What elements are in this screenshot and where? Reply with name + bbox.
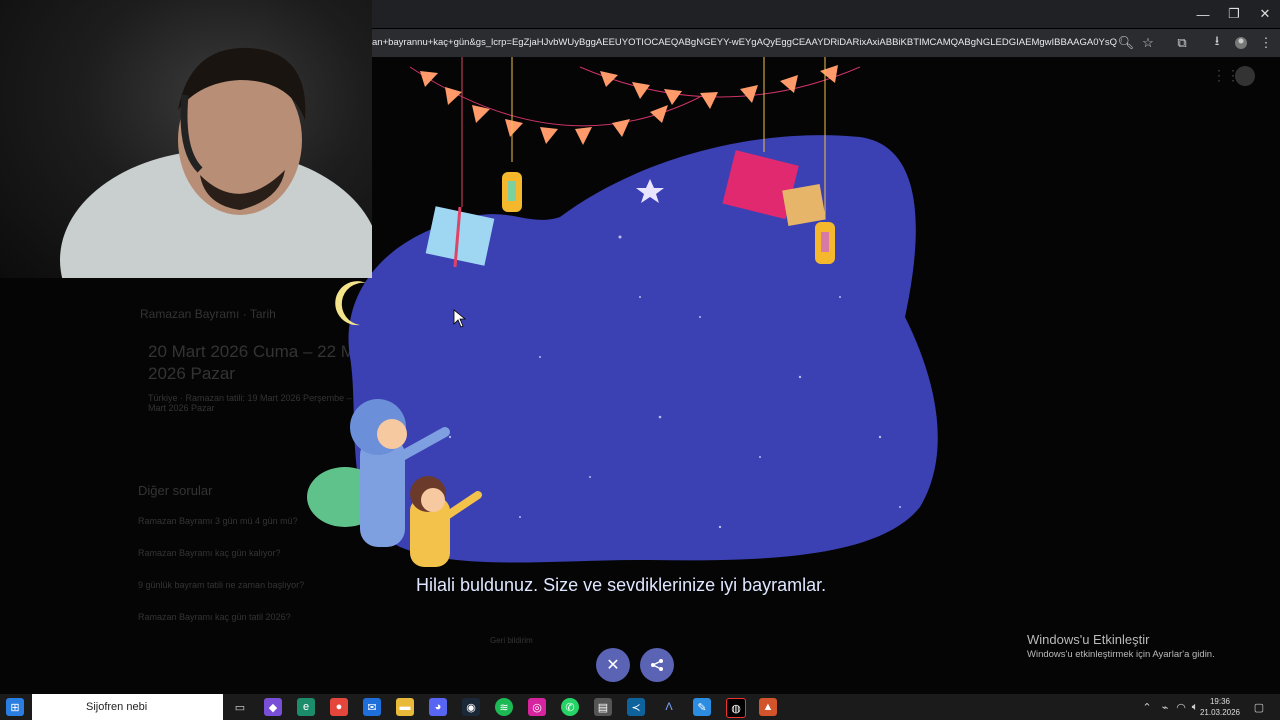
close-window-button[interactable]: ✕ bbox=[1248, 0, 1280, 28]
download-icon[interactable]: ⭳ bbox=[1207, 33, 1227, 53]
obs-icon[interactable]: ◍ bbox=[726, 698, 746, 718]
activation-subtitle: Windows'u etkinleştirmek için Ayarlar'a … bbox=[1027, 649, 1215, 660]
notifications-icon[interactable]: ▢ bbox=[1250, 698, 1268, 716]
streamer-silhouette bbox=[60, 47, 372, 278]
lantern-icon bbox=[815, 222, 835, 264]
lantern-icon bbox=[502, 172, 522, 212]
copilot-icon[interactable]: ◆ bbox=[264, 698, 282, 716]
webcam-overlay bbox=[0, 0, 372, 278]
taskbar: ⊞ Sijofren nebi ▭ ◆ e ● ✉ ▬ ◕ ◉ ≋ ◎ ✆ ▤ … bbox=[0, 694, 1280, 720]
game-icon[interactable]: ▲ bbox=[759, 698, 777, 716]
tray-chevron-icon[interactable]: ⌃ bbox=[1138, 698, 1156, 716]
whatsapp-icon[interactable]: ✆ bbox=[561, 698, 579, 716]
close-doodle-button[interactable]: ✕ bbox=[596, 648, 630, 682]
chrome-icon[interactable]: ● bbox=[330, 698, 348, 716]
minimize-button[interactable]: — bbox=[1186, 0, 1220, 28]
system-clock[interactable]: 19:36 21.03.2026 bbox=[1198, 696, 1242, 718]
instagram-icon[interactable]: ◎ bbox=[528, 698, 546, 716]
file-explorer-icon[interactable]: ▬ bbox=[396, 698, 414, 716]
windows-activation-watermark: Windows'u Etkinleştir Windows'u etkinleş… bbox=[1027, 632, 1215, 660]
search-text: Sijofren nebi bbox=[86, 701, 148, 713]
activation-title: Windows'u Etkinleştir bbox=[1027, 632, 1150, 647]
document-icon[interactable]: ▤ bbox=[594, 698, 612, 716]
share-doodle-button[interactable] bbox=[640, 648, 674, 682]
steam-icon[interactable]: ◉ bbox=[462, 698, 480, 716]
task-view-icon[interactable]: ▭ bbox=[231, 698, 249, 716]
extensions-icon[interactable]: ⧉ bbox=[1172, 33, 1192, 53]
gift-box-icon bbox=[782, 183, 826, 227]
profile-avatar[interactable] bbox=[1231, 33, 1251, 53]
start-icon[interactable]: ⊞ bbox=[6, 698, 24, 716]
app-a-icon[interactable]: Λ bbox=[660, 698, 678, 716]
url-field[interactable]: an+bayrannu+kaç+gün&gs_lcrp=EgZjaHJvbWUy… bbox=[372, 31, 1117, 55]
share-icon bbox=[651, 659, 663, 671]
taskbar-search[interactable]: Sijofren nebi bbox=[32, 694, 223, 720]
paint-icon[interactable]: ✎ bbox=[693, 698, 711, 716]
vscode-icon[interactable]: ≺ bbox=[627, 698, 645, 716]
clock-time: 19:36 bbox=[1209, 697, 1231, 706]
mail-icon[interactable]: ✉ bbox=[363, 698, 381, 716]
clock-date: 21.03.2026 bbox=[1199, 708, 1241, 717]
bunting-flags bbox=[420, 65, 838, 145]
discord-icon[interactable]: ◕ bbox=[429, 698, 447, 716]
address-bar: an+bayrannu+kaç+gün&gs_lcrp=EgZjaHJvbWUy… bbox=[372, 29, 1280, 57]
restore-button[interactable]: ❐ bbox=[1217, 0, 1251, 28]
edge-icon[interactable]: e bbox=[297, 698, 315, 716]
spotify-icon[interactable]: ≋ bbox=[495, 698, 513, 716]
bookmark-star-icon[interactable]: ☆ bbox=[1138, 33, 1158, 53]
doodle-message: Hilali buldunuz. Size ve sevdiklerinize … bbox=[416, 575, 827, 595]
account-avatar[interactable] bbox=[1235, 66, 1255, 86]
menu-kebab-icon[interactable]: ⋮ bbox=[1256, 33, 1276, 53]
zoom-icon[interactable]: 🔍︎ bbox=[1116, 33, 1136, 53]
